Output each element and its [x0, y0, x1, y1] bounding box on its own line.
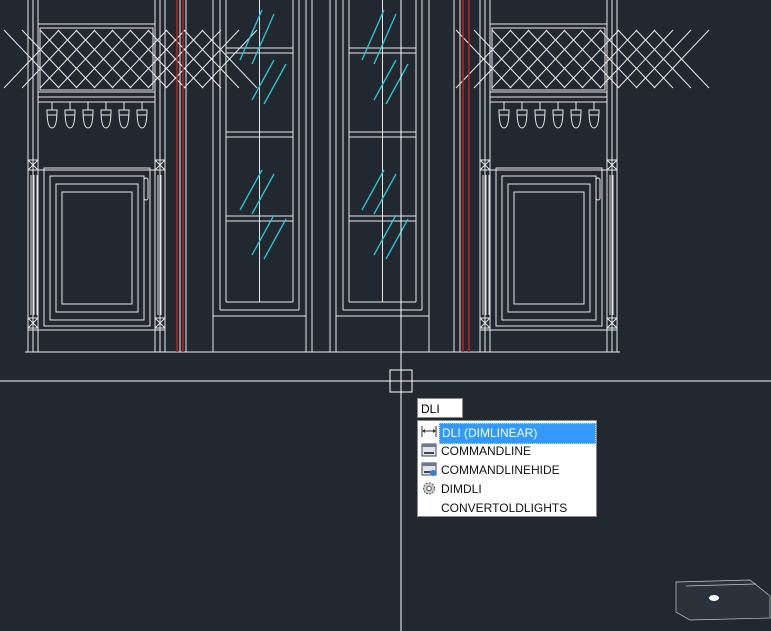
autocomplete-item-convertoldlights[interactable]: CONVERTOLDLIGHTS [420, 498, 596, 517]
command-autocomplete-list[interactable]: DLI (DIMLINEAR) COMMANDLINE COMMANDLINEH… [417, 420, 597, 517]
dimlinear-icon [421, 424, 437, 439]
dynamic-input-field[interactable]: DLI [417, 398, 463, 418]
autocomplete-item-label: CONVERTOLDLIGHTS [441, 501, 568, 515]
gear-icon [421, 481, 437, 496]
command-window-icon [421, 443, 437, 458]
red-accent-lines [176, 0, 470, 352]
autocomplete-item-dimdli[interactable]: DIMDLI [420, 479, 596, 498]
left-cabinet-elevation [3, 0, 258, 353]
navigation-bar-icon[interactable] [675, 579, 771, 621]
autocomplete-item-label: COMMANDLINEHIDE [441, 463, 560, 477]
command-window-hide-icon [421, 462, 437, 477]
autocomplete-item-commandlinehide[interactable]: COMMANDLINEHIDE [420, 460, 596, 479]
autocomplete-item-dimlinear[interactable]: DLI (DIMLINEAR) [420, 422, 596, 444]
autocomplete-item-commandline[interactable]: COMMANDLINE [420, 441, 596, 460]
cad-drawing-canvas[interactable] [0, 0, 771, 631]
right-glass-door [335, 0, 430, 317]
autocomplete-item-label: COMMANDLINE [441, 444, 532, 458]
autocomplete-item-label: DIMDLI [441, 482, 482, 496]
right-cabinet-elevation [455, 0, 710, 353]
